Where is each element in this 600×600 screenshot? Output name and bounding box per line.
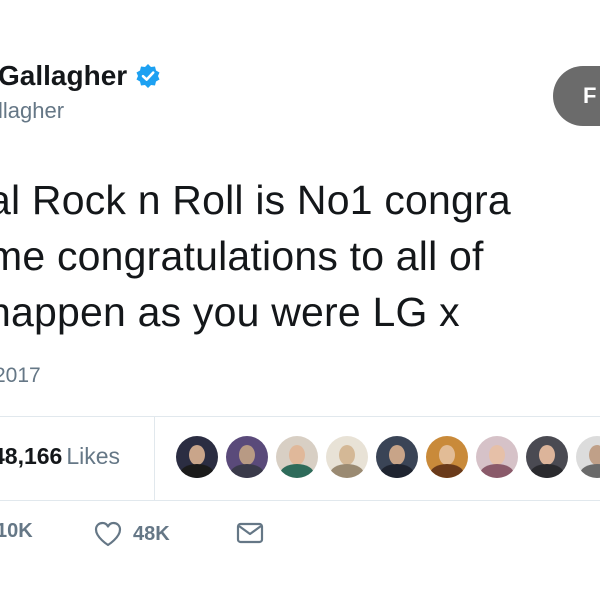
tweet-text-line: me congratulations to all of: [0, 233, 484, 279]
tweet-text-line: al Rock n Roll is No1 congra: [0, 177, 511, 223]
tweet-actions: 10K 48K: [0, 520, 600, 560]
tweet-text-line: happen as you were LG x: [0, 289, 460, 335]
tweet-header: Gallagher llagher: [0, 56, 161, 124]
avatar[interactable]: [576, 436, 600, 478]
avatar[interactable]: [476, 436, 518, 478]
verified-badge-icon: [135, 63, 161, 89]
tweet-card: Gallagher llagher F al Rock n Roll is No…: [0, 0, 600, 600]
tweet-timestamp[interactable]: 2017: [0, 364, 41, 388]
avatar[interactable]: [276, 436, 318, 478]
heart-icon[interactable]: [93, 520, 123, 548]
liker-avatars: [176, 436, 600, 478]
divider-top: [0, 416, 600, 417]
retweet-action[interactable]: 10K: [0, 520, 33, 543]
likes-label: Likes: [66, 443, 121, 469]
retweet-count: 10K: [0, 520, 33, 542]
avatar[interactable]: [426, 436, 468, 478]
likes-count: 48,166: [0, 443, 63, 469]
divider-bottom: [0, 500, 600, 501]
follow-button[interactable]: F: [553, 66, 600, 126]
avatar[interactable]: [226, 436, 268, 478]
like-count: 48K: [133, 522, 170, 545]
avatar[interactable]: [176, 436, 218, 478]
stats-separator: [154, 417, 155, 500]
tweet-text: al Rock n Roll is No1 congra me congratu…: [0, 172, 600, 340]
avatar[interactable]: [526, 436, 568, 478]
display-name-row: Gallagher: [0, 56, 161, 96]
avatar[interactable]: [326, 436, 368, 478]
avatar[interactable]: [376, 436, 418, 478]
likes-stat[interactable]: 48,166Likes: [0, 443, 120, 470]
display-name[interactable]: Gallagher: [0, 60, 127, 92]
envelope-icon[interactable]: [235, 520, 265, 546]
direct-message-action[interactable]: [235, 520, 265, 546]
like-action[interactable]: 48K: [93, 520, 170, 548]
user-handle[interactable]: llagher: [0, 98, 161, 124]
